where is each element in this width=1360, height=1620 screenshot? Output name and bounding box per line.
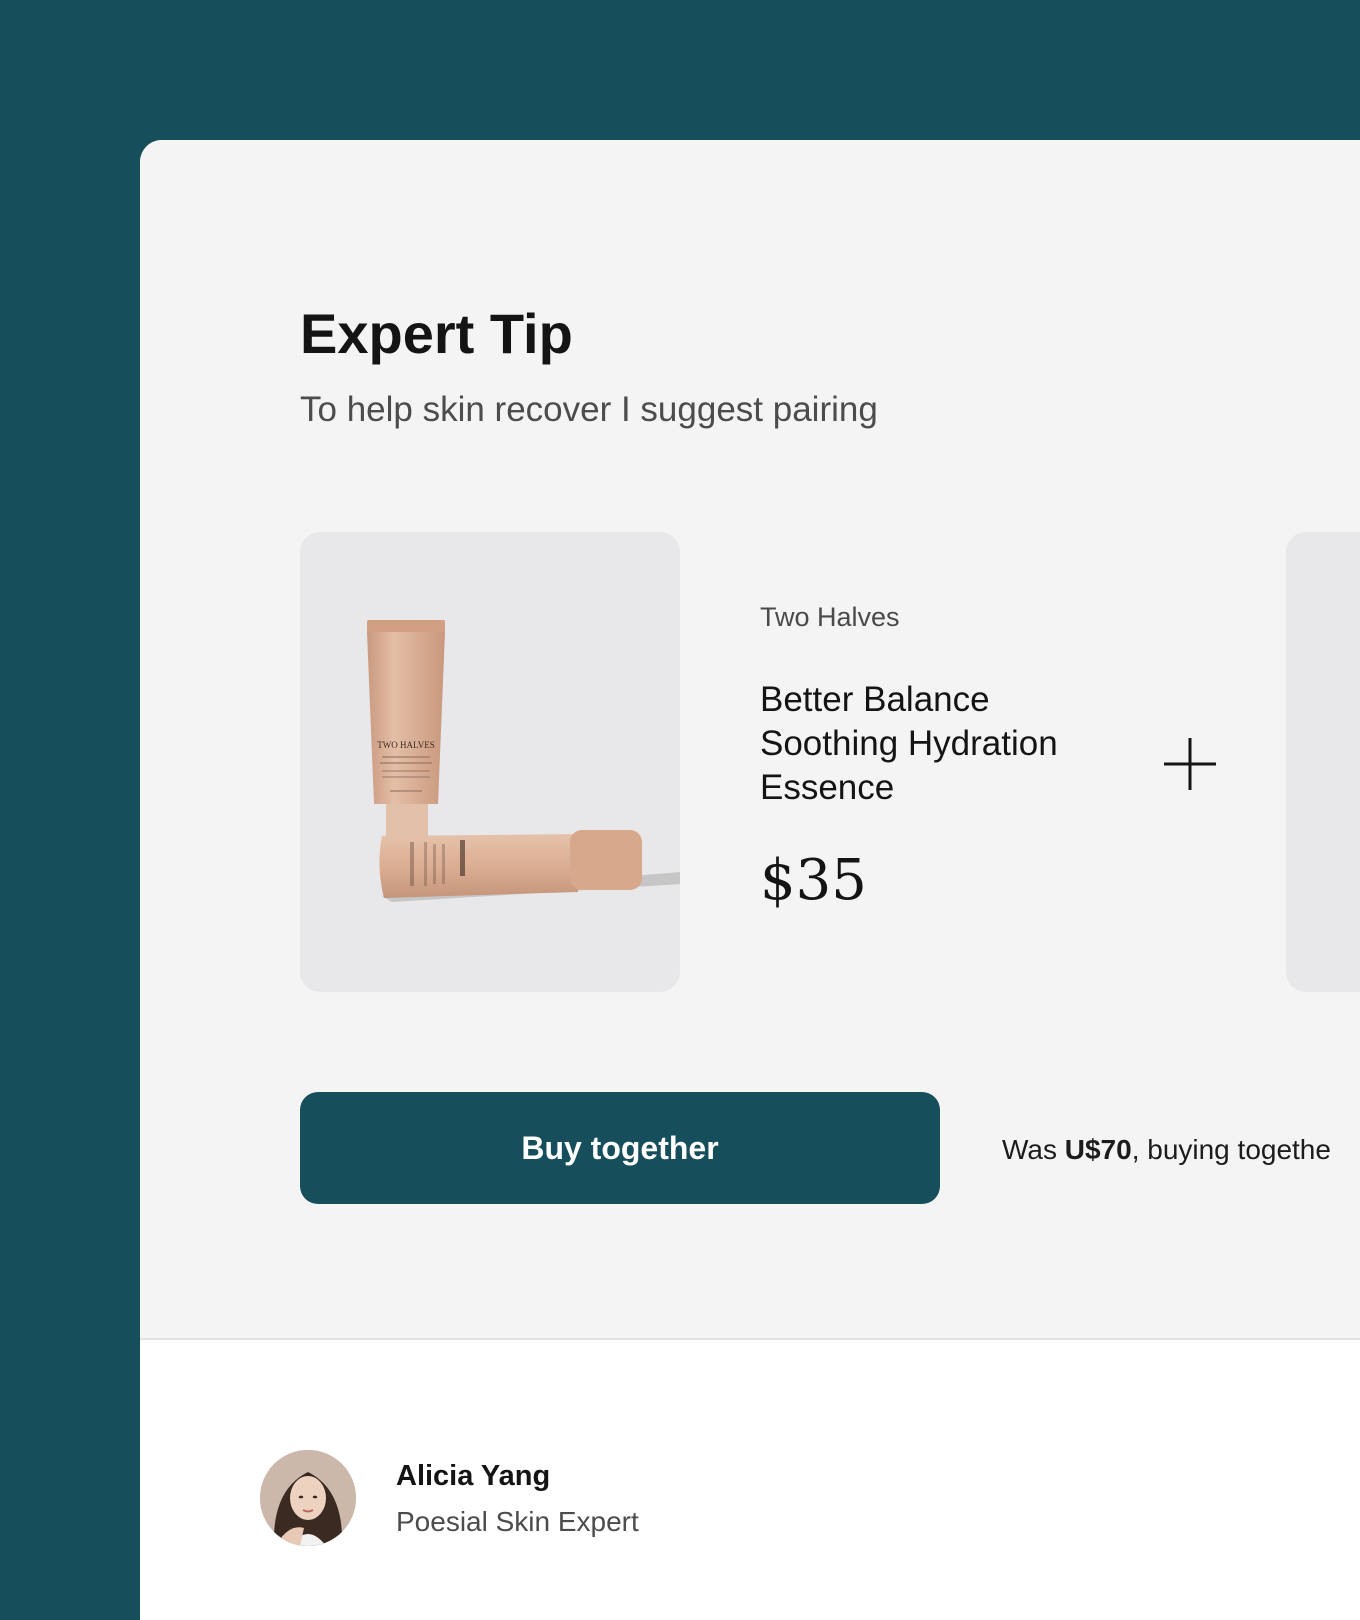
expert-profile[interactable]: Alicia Yang Poesial Skin Expert [260,1450,960,1550]
tip-title: Expert Tip [300,302,573,365]
tip-subtitle: To help skin recover I suggest pairing [300,390,878,429]
product-brand: Two Halves [760,602,900,632]
tip-section: Expert Tip To help skin recover I sugges… [140,140,1360,1340]
expert-role: Poesial Skin Expert [396,1506,639,1537]
svg-text:TWO HALVES: TWO HALVES [377,740,434,750]
savings-note: Was U$70, buying togethe [1002,1134,1331,1166]
avatar[interactable] [260,1450,356,1546]
lying-tube [379,834,578,898]
product-image-tile[interactable]: TWO HALVES [300,532,680,992]
savings-suffix: , buying togethe [1131,1134,1331,1165]
savings-amount: U$70 [1064,1134,1132,1165]
product-image-tile-2[interactable] [1286,532,1360,992]
expert-tip-card: Expert Tip To help skin recover I sugges… [140,140,1360,1620]
upright-tube [367,632,445,804]
product-price: $35 [760,848,867,913]
expert-name: Alicia Yang [396,1460,551,1492]
lying-tube-cap [570,830,642,890]
buy-together-button[interactable]: Buy together [300,1092,940,1204]
product-name[interactable]: Better Balance Soothing Hydration Essenc… [760,678,1120,810]
savings-prefix: Was [1002,1134,1065,1165]
plus-icon [1164,738,1216,790]
product-tube-image [1286,532,1360,992]
avatar-photo [260,1450,356,1546]
tube-cap-ridges [367,620,445,634]
product-tubes-image: TWO HALVES [367,620,680,902]
